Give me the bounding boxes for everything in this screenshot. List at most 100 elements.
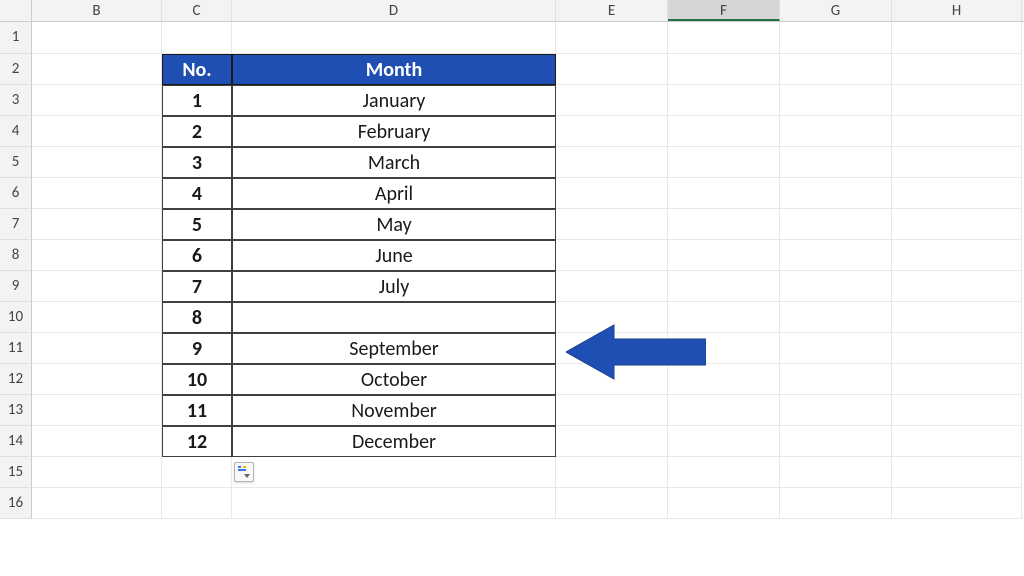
row-header-11[interactable]: 11 [0,333,32,364]
row-header-10[interactable]: 10 [0,302,32,333]
cell-E14[interactable] [556,426,668,457]
cell-F1[interactable] [668,22,780,54]
row-header-14[interactable]: 14 [0,426,32,457]
table-cell-no[interactable]: 8 [162,302,232,333]
cell-F14[interactable] [668,426,780,457]
cell-F10[interactable] [668,302,780,333]
row-header-16[interactable]: 16 [0,488,32,519]
cell-F4[interactable] [668,116,780,147]
cell-H15[interactable] [892,457,1022,488]
cell-B11[interactable] [32,333,162,364]
cell-F6[interactable] [668,178,780,209]
cell-G4[interactable] [780,116,892,147]
row-header-1[interactable]: 1 [0,22,32,54]
cell-H2[interactable] [892,54,1022,85]
row-header-9[interactable]: 9 [0,271,32,302]
cell-H13[interactable] [892,395,1022,426]
cell-G1[interactable] [780,22,892,54]
table-header-no[interactable]: No. [162,54,232,85]
cell-E12[interactable] [556,364,668,395]
cell-F16[interactable] [668,488,780,519]
cell-G10[interactable] [780,302,892,333]
table-cell-no[interactable]: 4 [162,178,232,209]
select-all-corner[interactable] [0,0,32,21]
cell-H1[interactable] [892,22,1022,54]
cell-E3[interactable] [556,85,668,116]
row-header-7[interactable]: 7 [0,209,32,240]
cell-E11[interactable] [556,333,668,364]
cell-H11[interactable] [892,333,1022,364]
cell-B13[interactable] [32,395,162,426]
table-cell-month[interactable]: February [232,116,556,147]
table-cell-no[interactable]: 2 [162,116,232,147]
row-header-4[interactable]: 4 [0,116,32,147]
cell-G16[interactable] [780,488,892,519]
table-cell-month[interactable]: March [232,147,556,178]
table-cell-no[interactable]: 6 [162,240,232,271]
cell-H8[interactable] [892,240,1022,271]
cell-G11[interactable] [780,333,892,364]
table-cell-no[interactable]: 7 [162,271,232,302]
cell-H12[interactable] [892,364,1022,395]
cell-B15[interactable] [32,457,162,488]
table-cell-month[interactable]: September [232,333,556,364]
table-header-month[interactable]: Month [232,54,556,85]
table-cell-no[interactable]: 10 [162,364,232,395]
cell-H16[interactable] [892,488,1022,519]
row-header-8[interactable]: 8 [0,240,32,271]
cell-G12[interactable] [780,364,892,395]
cell-C16[interactable] [162,488,232,519]
cell-B16[interactable] [32,488,162,519]
table-cell-month[interactable]: July [232,271,556,302]
cell-G3[interactable] [780,85,892,116]
cell-E6[interactable] [556,178,668,209]
cell-G7[interactable] [780,209,892,240]
cell-F8[interactable] [668,240,780,271]
cell-F12[interactable] [668,364,780,395]
cell-E1[interactable] [556,22,668,54]
cell-C1[interactable] [162,22,232,54]
table-cell-month[interactable]: November [232,395,556,426]
table-cell-month[interactable] [232,302,556,333]
cell-G5[interactable] [780,147,892,178]
cell-E16[interactable] [556,488,668,519]
cell-G9[interactable] [780,271,892,302]
cell-E5[interactable] [556,147,668,178]
cell-B6[interactable] [32,178,162,209]
cell-H10[interactable] [892,302,1022,333]
table-cell-month[interactable]: December [232,426,556,457]
cell-E8[interactable] [556,240,668,271]
cell-E10[interactable] [556,302,668,333]
cell-G8[interactable] [780,240,892,271]
cell-H6[interactable] [892,178,1022,209]
insert-options-tag-icon[interactable] [234,462,254,482]
column-header-H[interactable]: H [892,0,1022,21]
cell-F3[interactable] [668,85,780,116]
cell-D1[interactable] [232,22,556,54]
cell-G6[interactable] [780,178,892,209]
cell-B5[interactable] [32,147,162,178]
table-cell-no[interactable]: 9 [162,333,232,364]
cell-F7[interactable] [668,209,780,240]
table-cell-no[interactable]: 11 [162,395,232,426]
row-header-13[interactable]: 13 [0,395,32,426]
table-cell-month[interactable]: June [232,240,556,271]
cell-F9[interactable] [668,271,780,302]
table-cell-month[interactable]: October [232,364,556,395]
cell-C15[interactable] [162,457,232,488]
table-cell-no[interactable]: 1 [162,85,232,116]
cell-B1[interactable] [32,22,162,54]
cell-B8[interactable] [32,240,162,271]
cell-H9[interactable] [892,271,1022,302]
cell-E4[interactable] [556,116,668,147]
row-header-5[interactable]: 5 [0,147,32,178]
cell-B7[interactable] [32,209,162,240]
cell-E13[interactable] [556,395,668,426]
cell-B3[interactable] [32,85,162,116]
column-header-G[interactable]: G [780,0,892,21]
cell-B12[interactable] [32,364,162,395]
cell-B10[interactable] [32,302,162,333]
row-header-3[interactable]: 3 [0,85,32,116]
row-header-15[interactable]: 15 [0,457,32,488]
table-cell-no[interactable]: 5 [162,209,232,240]
